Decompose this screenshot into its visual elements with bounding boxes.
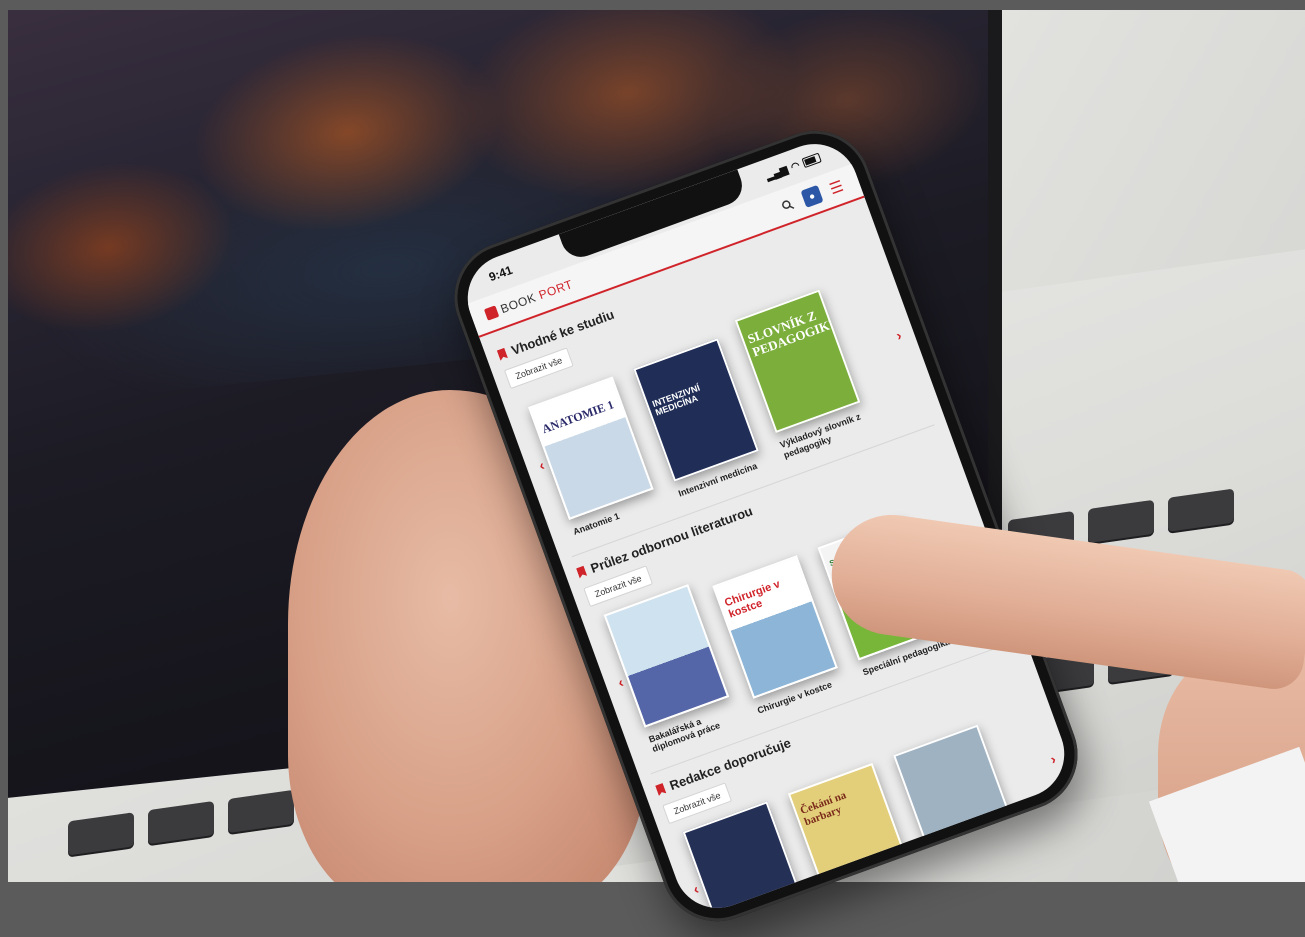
bookmark-icon (497, 348, 508, 361)
cover-text: INTENZIVNÍ MEDICÍNA (650, 382, 702, 418)
book-card[interactable]: Čekání na barbary (787, 761, 919, 907)
status-time: 9:41 (486, 262, 515, 285)
book-cover: ANATOMIE 1 (527, 376, 654, 520)
cover-text: Chirurgie v kostce (723, 578, 782, 621)
book-card[interactable] (682, 799, 814, 921)
carousel-next-icon[interactable]: › (1043, 747, 1063, 771)
book-cover (682, 801, 809, 921)
cover-text (694, 818, 767, 845)
book-cover (603, 583, 730, 728)
cover-text: Čekání na barbary (798, 789, 848, 829)
logo-mark-icon (483, 305, 500, 321)
cover-text: SLOVNÍK Z PEDAGOGIKY (745, 307, 841, 360)
cover-text: ANATOMIE 1 (540, 397, 616, 436)
wifi-icon: ◠ (789, 159, 802, 173)
book-cover: INTENZIVNÍ MEDICÍNA (633, 337, 759, 482)
book-cover: Chirurgie v kostce (712, 555, 839, 700)
book-cover: SLOVNÍK Z PEDAGOGIKY (734, 289, 861, 434)
bookmark-icon (655, 783, 666, 796)
logo-suffix: PORT (536, 277, 575, 303)
signal-icon: ▂▄▆ (764, 163, 790, 182)
logo-prefix: BOOK (498, 290, 538, 317)
search-icon[interactable] (776, 194, 799, 217)
bookmark-icon (576, 565, 587, 578)
book-cover: Čekání na barbary (787, 763, 914, 907)
hamburger-menu-icon[interactable]: ☰ (825, 176, 848, 199)
user-icon[interactable]: ● (800, 184, 824, 208)
carousel-next-icon[interactable]: › (889, 323, 909, 347)
cover-text (615, 601, 688, 628)
battery-icon (801, 152, 822, 169)
search-icon-glyph (782, 200, 795, 209)
